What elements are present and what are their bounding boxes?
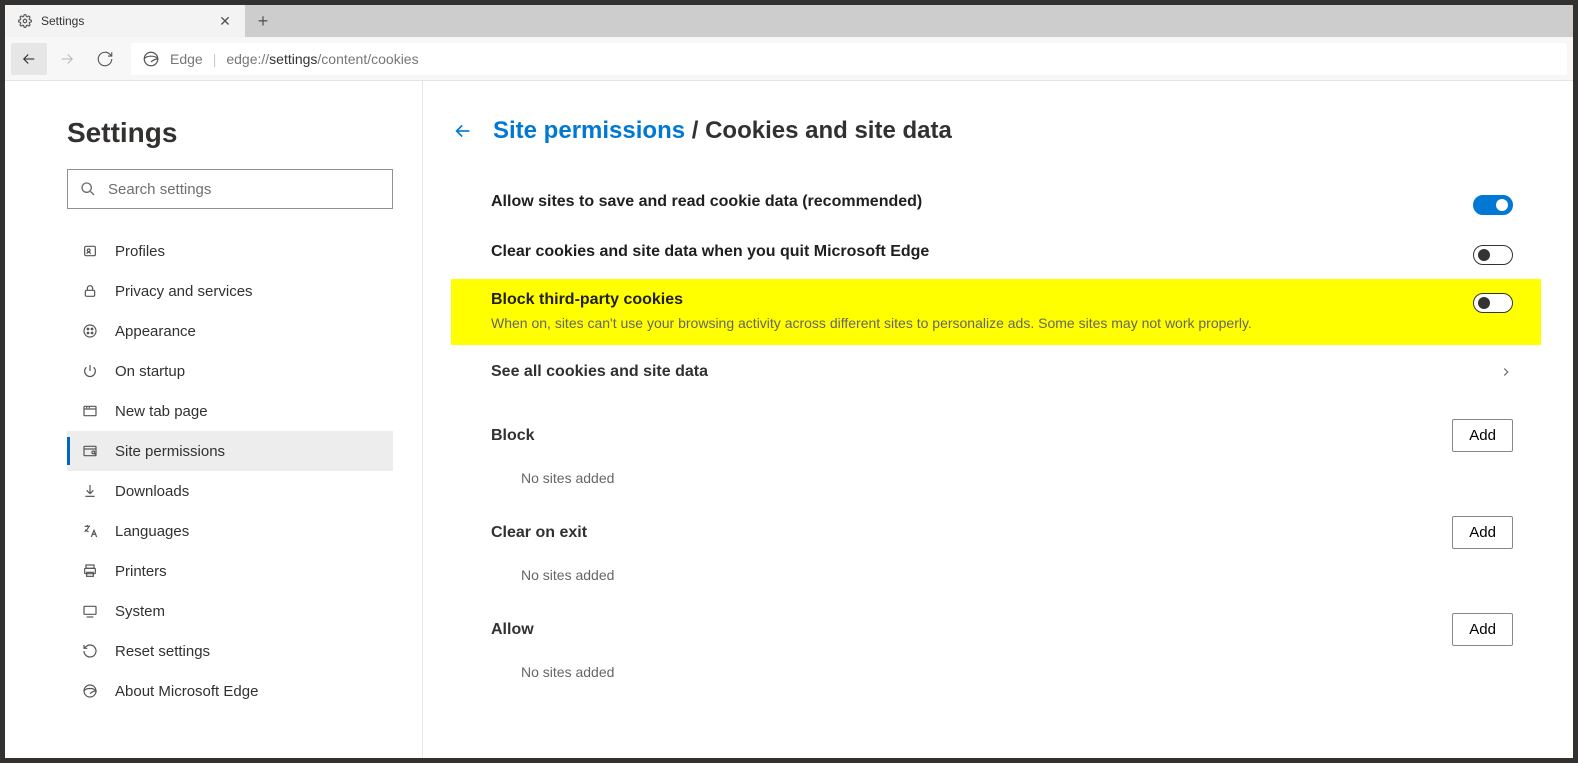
lock-icon (81, 282, 99, 300)
toggle-block-third-party[interactable] (1473, 293, 1513, 313)
link-title: See all cookies and site data (491, 363, 708, 381)
add-block-button[interactable]: Add (1452, 419, 1513, 452)
setting-title: Allow sites to save and read cookie data… (491, 193, 1453, 211)
sidebar-item-languages[interactable]: Languages (67, 511, 393, 551)
sidebar-item-label: Downloads (115, 483, 189, 500)
section-title: Clear on exit (491, 524, 587, 542)
toggle-allow-save[interactable] (1473, 195, 1513, 215)
sidebar-item-label: System (115, 603, 165, 620)
sidebar-item-reset-settings[interactable]: Reset settings (67, 631, 393, 671)
sidebar-item-label: New tab page (115, 403, 208, 420)
empty-text: No sites added (491, 559, 1513, 593)
back-arrow-icon[interactable] (451, 119, 475, 143)
section-clear-on-exit: Clear on exit Add No sites added (491, 496, 1513, 593)
section-title: Allow (491, 621, 534, 639)
setting-title: Block third-party cookies (491, 291, 1453, 309)
permissions-icon (81, 442, 99, 460)
gear-icon (17, 13, 33, 29)
sidebar-item-label: Site permissions (115, 443, 225, 460)
sidebar-item-profiles[interactable]: Profiles (67, 231, 393, 271)
sidebar-item-label: On startup (115, 363, 185, 380)
download-icon (81, 482, 99, 500)
browser-tab[interactable]: Settings ✕ (5, 5, 245, 37)
highlighted-setting: Block third-party cookies When on, sites… (451, 279, 1541, 345)
edge-icon (81, 682, 99, 700)
section-block: Block Add No sites added (491, 399, 1513, 496)
refresh-button[interactable] (87, 43, 123, 75)
power-icon (81, 362, 99, 380)
sidebar-item-privacy-and-services[interactable]: Privacy and services (67, 271, 393, 311)
sidebar-item-label: Profiles (115, 243, 165, 260)
sidebar-item-label: About Microsoft Edge (115, 683, 258, 700)
section-title: Block (491, 427, 535, 445)
search-icon (80, 181, 96, 197)
close-icon[interactable]: ✕ (217, 13, 233, 30)
add-clear-exit-button[interactable]: Add (1452, 516, 1513, 549)
sidebar-item-about-microsoft-edge[interactable]: About Microsoft Edge (67, 671, 393, 711)
setting-block-third-party: Block third-party cookies When on, sites… (491, 291, 1513, 331)
tab-bar: Settings ✕ + (5, 5, 1573, 37)
system-icon (81, 602, 99, 620)
newtab-icon (81, 402, 99, 420)
sidebar-item-label: Reset settings (115, 643, 210, 660)
search-input[interactable] (108, 181, 380, 198)
sidebar-item-label: Privacy and services (115, 283, 253, 300)
sidebar-item-on-startup[interactable]: On startup (67, 351, 393, 391)
new-tab-button[interactable]: + (245, 5, 281, 37)
sidebar-item-printers[interactable]: Printers (67, 551, 393, 591)
link-see-all-cookies[interactable]: See all cookies and site data (491, 345, 1513, 399)
reset-icon (81, 642, 99, 660)
toggle-clear-on-quit[interactable] (1473, 245, 1513, 265)
breadcrumb-link[interactable]: Site permissions (493, 117, 685, 144)
nav-forward-button (49, 43, 85, 75)
breadcrumb-current: Cookies and site data (705, 117, 952, 144)
sidebar-item-new-tab-page[interactable]: New tab page (67, 391, 393, 431)
section-allow: Allow Add No sites added (491, 593, 1513, 690)
language-icon (81, 522, 99, 540)
empty-text: No sites added (491, 656, 1513, 690)
page-header: Site permissions / Cookies and site data (451, 117, 1513, 145)
main-content: Site permissions / Cookies and site data… (423, 81, 1573, 758)
address-bar[interactable]: Edge | edge://settings/content/cookies (131, 43, 1567, 75)
edge-icon (142, 50, 160, 68)
page-title: Settings (67, 117, 394, 149)
site-identity: Edge (170, 51, 203, 67)
nav-back-button[interactable] (11, 43, 47, 75)
empty-text: No sites added (491, 462, 1513, 496)
profile-icon (81, 242, 99, 260)
add-allow-button[interactable]: Add (1452, 613, 1513, 646)
breadcrumb-sep: / (685, 117, 705, 144)
separator: | (213, 51, 217, 67)
setting-title: Clear cookies and site data when you qui… (491, 243, 1453, 261)
setting-allow-save: Allow sites to save and read cookie data… (491, 179, 1513, 229)
printer-icon (81, 562, 99, 580)
chevron-right-icon (1499, 365, 1513, 379)
setting-clear-on-quit: Clear cookies and site data when you qui… (491, 229, 1513, 279)
sidebar-item-appearance[interactable]: Appearance (67, 311, 393, 351)
appearance-icon (81, 322, 99, 340)
sidebar-item-downloads[interactable]: Downloads (67, 471, 393, 511)
sidebar-item-system[interactable]: System (67, 591, 393, 631)
sidebar-item-label: Languages (115, 523, 189, 540)
tab-title: Settings (41, 14, 209, 28)
search-box[interactable] (67, 169, 393, 209)
sidebar-item-label: Appearance (115, 323, 196, 340)
url-text: edge://settings/content/cookies (226, 51, 418, 67)
sidebar-item-label: Printers (115, 563, 167, 580)
toolbar: Edge | edge://settings/content/cookies (5, 37, 1573, 81)
sidebar-item-site-permissions[interactable]: Site permissions (67, 431, 393, 471)
setting-description: When on, sites can't use your browsing a… (491, 315, 1453, 331)
sidebar: Settings Profiles Privacy and services App… (5, 81, 423, 758)
